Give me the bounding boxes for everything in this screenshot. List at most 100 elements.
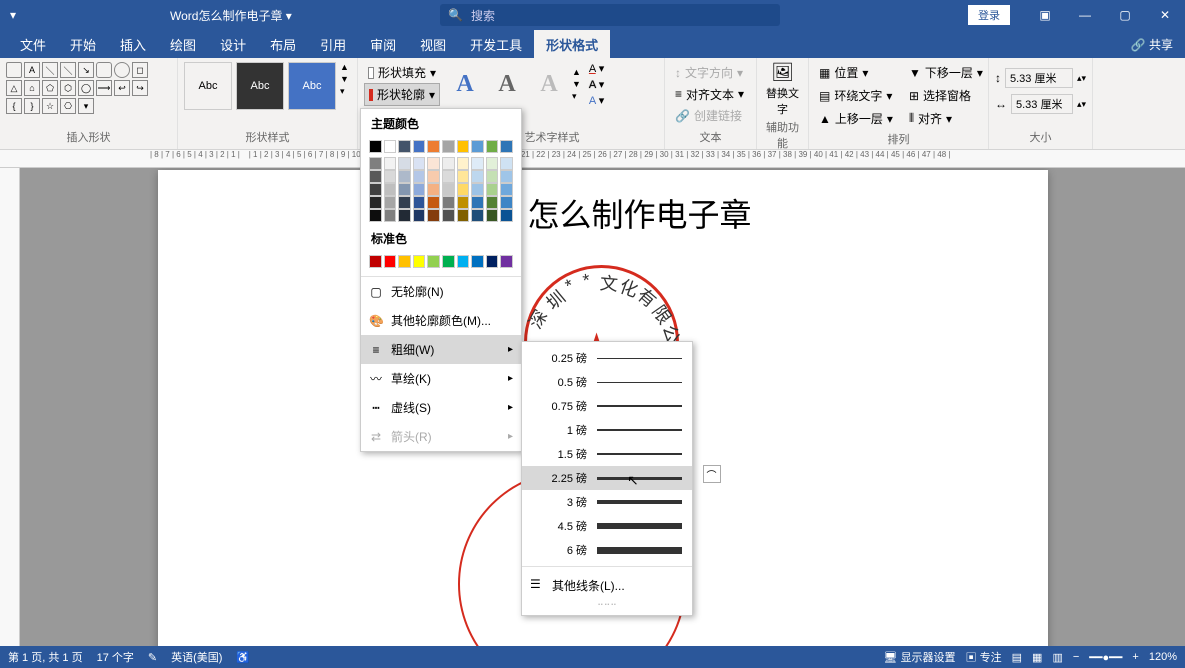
zoom-in[interactable]: + (1132, 651, 1138, 663)
shape-outline-button[interactable]: 形状轮廓 ▾ (364, 83, 440, 106)
minimize-button[interactable]: — (1065, 0, 1105, 30)
dashes-item[interactable]: ┅虚线(S)▸ (361, 393, 521, 422)
bring-forward-button[interactable]: ▲上移一层 ▾ (815, 108, 897, 129)
maximize-button[interactable]: ▢ (1105, 0, 1145, 30)
weight-2-25[interactable]: 2.25 磅 (522, 466, 692, 490)
document-title[interactable]: Word怎么制作电子章 ▾ (170, 7, 292, 24)
alt-text-button[interactable]: 🖼 替换文字 (763, 62, 802, 117)
close-button[interactable]: ✕ (1145, 0, 1185, 30)
weight-1[interactable]: 1 磅 (522, 418, 692, 442)
wordart-gallery[interactable]: A A A (446, 66, 568, 104)
weight-4-5[interactable]: 4.5 磅 (522, 514, 692, 538)
weight-icon: ≡ (369, 343, 383, 357)
align-icon: ⫴ (909, 111, 914, 126)
link-icon: 🔗 (675, 109, 690, 123)
position-button[interactable]: ▦位置 ▾ (815, 62, 897, 83)
spellcheck-icon[interactable]: ✎ (148, 651, 157, 664)
theme-color-row[interactable] (361, 138, 521, 155)
weight-3[interactable]: 3 磅 (522, 490, 692, 514)
layout-options-button[interactable]: ⌒ (703, 465, 721, 483)
standard-color-row[interactable] (361, 253, 521, 270)
group-text-label: 文本 (671, 127, 750, 145)
zoom-out[interactable]: − (1073, 651, 1079, 663)
selection-pane-button[interactable]: ⊞选择窗格 (905, 85, 987, 106)
weight-0-75[interactable]: 0.75 磅 (522, 394, 692, 418)
zoom-level[interactable]: 120% (1149, 651, 1177, 663)
shape-height-input[interactable]: 5.33 厘米 (1005, 68, 1073, 88)
weight-item[interactable]: ≡粗细(W)▸ (361, 335, 521, 364)
tab-review[interactable]: 审阅 (358, 30, 408, 59)
page-status[interactable]: 第 1 页, 共 1 页 (8, 649, 83, 665)
shape-style-gallery[interactable]: Abc Abc Abc (184, 62, 336, 110)
sketch-icon: 〰 (369, 370, 383, 387)
align-text-button[interactable]: ≡对齐文本 ▾ (671, 84, 750, 105)
shape-outline-dropdown: 主题颜色 标准色 ▢无轮廓(N) 🎨其他轮廓颜色(M)... ≡粗细(W)▸ 〰… (360, 108, 522, 452)
language-status[interactable]: 英语(美国) (171, 649, 222, 665)
accessibility-status-icon[interactable]: ♿ (236, 651, 250, 664)
paint-bucket-icon (368, 67, 374, 79)
weight-0-5[interactable]: 0.5 磅 (522, 370, 692, 394)
forward-icon: ▲ (819, 112, 831, 126)
create-link-button: 🔗创建链接 (671, 105, 750, 126)
horizontal-ruler: | 8 | 7 | 6 | 5 | 4 | 3 | 2 | 1 | | 1 | … (0, 150, 1185, 168)
login-button[interactable]: 登录 (968, 5, 1010, 25)
display-settings[interactable]: 🖥 显示器设置 (884, 649, 956, 665)
more-colors-item[interactable]: 🎨其他轮廓颜色(M)... (361, 306, 521, 335)
style-scroll-down[interactable]: ▼ (340, 74, 349, 84)
text-effects-button[interactable]: A ▾ (589, 94, 604, 107)
send-backward-button[interactable]: ▼下移一层 ▾ (905, 62, 987, 83)
alt-text-icon: 🖼 (771, 62, 794, 83)
group-shape-style-label: 形状样式 (184, 127, 351, 145)
print-layout-icon[interactable]: ▦ (1032, 651, 1042, 664)
group-size-label: 大小 (995, 127, 1086, 145)
ribbon-display-icon[interactable]: ▣ (1025, 0, 1065, 30)
more-lines-icon: ☰ (530, 577, 541, 591)
wa-scroll-down[interactable]: ▼ (572, 79, 581, 89)
align-button[interactable]: ⫴对齐 ▾ (905, 108, 987, 129)
tab-design[interactable]: 设计 (208, 30, 258, 59)
tab-developer[interactable]: 开发工具 (458, 30, 534, 59)
tab-shape-format[interactable]: 形状格式 (534, 30, 610, 59)
tab-references[interactable]: 引用 (308, 30, 358, 59)
shape-fill-button[interactable]: 形状填充 ▾ (364, 62, 440, 83)
no-outline-item[interactable]: ▢无轮廓(N) (361, 277, 521, 306)
layout-options-icon: ⌒ (707, 467, 717, 482)
tab-view[interactable]: 视图 (408, 30, 458, 59)
style-scroll-up[interactable]: ▲ (340, 62, 349, 72)
group-insert-shape-label: 插入形状 (6, 127, 171, 145)
zoom-slider[interactable]: ━━●━━ (1089, 651, 1122, 664)
word-count[interactable]: 17 个字 (97, 649, 134, 665)
wrap-text-button[interactable]: ▤环绕文字 ▾ (815, 85, 897, 106)
sketched-item[interactable]: 〰草绘(K)▸ (361, 364, 521, 393)
share-button[interactable]: 🔗 共享 (1119, 31, 1185, 58)
weight-0-25[interactable]: 0.25 磅 (522, 346, 692, 370)
shape-width-input[interactable]: 5.33 厘米 (1011, 94, 1073, 114)
weight-6[interactable]: 6 磅 (522, 538, 692, 562)
backward-icon: ▼ (909, 66, 921, 80)
arrows-icon: ⇄ (369, 430, 383, 444)
wa-more[interactable]: ▾ (572, 91, 581, 102)
search-box[interactable]: 🔍 搜索 (440, 4, 780, 26)
pen-icon (369, 89, 373, 101)
weight-1-5[interactable]: 1.5 磅 (522, 442, 692, 466)
height-icon: ↕ (995, 71, 1001, 85)
weight-submenu: 0.25 磅 0.5 磅 0.75 磅 1 磅 1.5 磅 2.25 磅 3 磅… (521, 341, 693, 616)
tab-file[interactable]: 文件 (8, 30, 58, 59)
web-layout-icon[interactable]: ▥ (1052, 651, 1062, 664)
style-more[interactable]: ▾ (340, 86, 349, 97)
tab-insert[interactable]: 插入 (108, 30, 158, 59)
tab-layout[interactable]: 布局 (258, 30, 308, 59)
other-lines-item[interactable]: ☰其他线条(L)... (522, 571, 692, 600)
text-direction-icon: ↕ (675, 66, 681, 80)
autosave-icon[interactable]: ▾ (10, 8, 16, 22)
wa-scroll-up[interactable]: ▲ (572, 67, 581, 77)
selection-icon: ⊞ (909, 89, 919, 103)
read-mode-icon[interactable]: ▤ (1012, 651, 1022, 664)
text-fill-button[interactable]: A ▾ (589, 62, 604, 75)
shape-gallery[interactable]: A＼＼↘ ◻△⌂⬠⬡◯⟶ ↩↪{}☆⎔▾ (6, 62, 151, 114)
text-outline-button[interactable]: A ▾ (589, 78, 604, 91)
tab-home[interactable]: 开始 (58, 30, 108, 59)
tab-draw[interactable]: 绘图 (158, 30, 208, 59)
group-accessibility-label: 辅助功能 (763, 117, 802, 151)
focus-mode[interactable]: ▣ 专注 (966, 649, 1002, 665)
